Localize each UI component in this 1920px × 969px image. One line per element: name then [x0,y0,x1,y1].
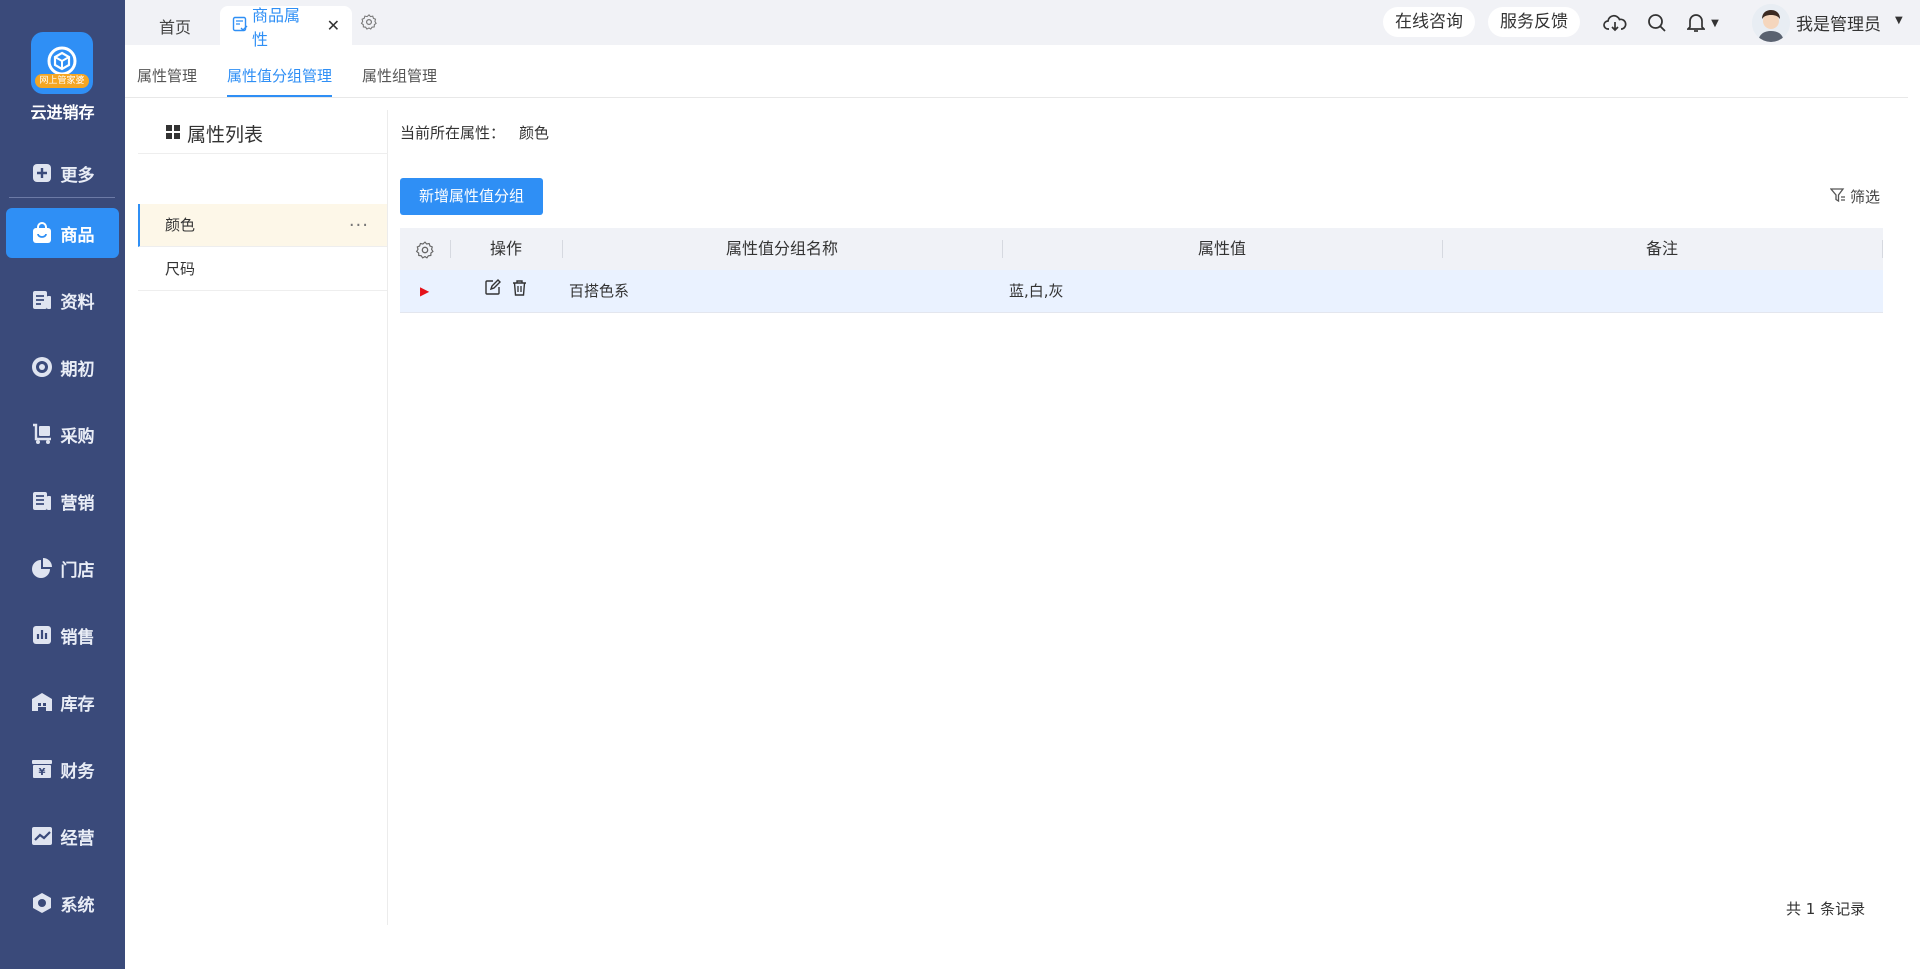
cell-attribute-values: 蓝,白,灰 [1009,282,1064,300]
column-settings-gear-icon[interactable] [400,228,450,270]
online-consult-button[interactable]: 在线咨询 [1383,7,1475,37]
nav-item-inventory[interactable]: 库存 [6,677,119,727]
edit-icon[interactable] [484,270,501,313]
tab-home[interactable]: 首页 [147,6,203,45]
nav-label: 系统 [60,895,95,916]
column-header-note[interactable]: 备注 [1442,228,1882,270]
table-header: 操作 属性值分组名称 属性值 备注 [400,228,1883,270]
nav-item-store[interactable]: 门店 [6,543,119,593]
add-value-group-button[interactable]: 新增属性值分组 [400,178,543,215]
tab-label: 商品属性 [252,5,301,49]
nav-label: 资料 [60,292,95,313]
filter-label: 筛选 [1850,188,1881,206]
nav-label: 采购 [60,426,95,447]
cloud-sync-icon[interactable] [1603,11,1627,35]
tab-label: 首页 [159,17,192,37]
current-attribute-label: 当前所在属性： [400,124,506,142]
notification-bell-icon[interactable]: ▼ [1683,11,1723,35]
pie-icon [31,557,53,579]
attribute-item-label: 尺码 [165,260,196,278]
service-feedback-button[interactable]: 服务反馈 [1488,7,1580,37]
attribute-item[interactable]: 颜色 ··· [138,204,387,247]
nav-item-goods[interactable]: 商品 [6,208,119,258]
nav-item-finance[interactable]: ¥ 财务 [6,744,119,794]
value-group-table: 操作 属性值分组名称 属性值 备注 ▶ 百搭色系 蓝,白,灰 [400,228,1883,313]
yen-icon: ¥ [31,758,53,780]
nav-label: 库存 [60,694,95,715]
expand-arrow-icon[interactable]: ▶ [420,270,429,313]
trend-icon [31,825,53,847]
current-attribute: 当前所在属性： 颜色 [400,122,549,143]
attribute-icon [232,16,248,36]
sidebar: 网上管家婆 云进销存 更多 商品 资料 期初 采购 营销 门店 销售 库存 ¥ … [0,0,125,969]
row-actions [484,270,528,313]
plus-icon [31,162,53,184]
nav-item-data[interactable]: 资料 [6,275,119,325]
logo-badge: 网上管家婆 [35,74,89,88]
subtab-attribute-management[interactable]: 属性管理 [137,65,197,95]
avatar[interactable] [1752,4,1790,42]
panel-title-text: 属性列表 [187,124,264,146]
subtab-value-group-management[interactable]: 属性值分组管理 [227,65,333,97]
attribute-list-panel: 属性列表 颜色 ··· 尺码 [138,110,388,925]
attribute-item[interactable]: 尺码 [138,248,387,291]
column-header-actions: 操作 [489,239,522,258]
newspaper-icon [31,490,53,512]
search-icon[interactable] [1645,11,1669,35]
nav-item-purchase[interactable]: 采购 [6,409,119,459]
nav-item-more[interactable]: 更多 [6,148,119,198]
more-icon[interactable]: ··· [349,204,369,247]
column-header-group-name[interactable]: 属性值分组名称 [562,228,1002,270]
nav-item-system[interactable]: 系统 [6,878,119,928]
target-icon [31,356,53,378]
nav-item-marketing[interactable]: 营销 [6,476,119,526]
nav-label: 销售 [60,627,95,648]
user-name[interactable]: 我是管理员 [1796,10,1881,35]
nav-label: 更多 [60,165,95,186]
svg-text:¥: ¥ [38,767,45,778]
table-row[interactable]: ▶ 百搭色系 蓝,白,灰 [400,270,1883,313]
nav-item-opening[interactable]: 期初 [6,342,119,392]
panel-title: 属性列表 [165,120,263,147]
subtab-attribute-group-management[interactable]: 属性组管理 [362,65,437,95]
attribute-item-label: 颜色 [165,216,196,234]
close-icon[interactable]: ✕ [327,16,340,35]
app-logo[interactable]: 网上管家婆 [31,32,93,94]
nav-item-operations[interactable]: 经营 [6,811,119,861]
current-attribute-value: 颜色 [519,124,550,142]
document-icon [31,289,53,311]
nav-label: 门店 [60,560,95,581]
sub-tabs: 属性管理 属性值分组管理 属性组管理 [125,45,1908,98]
hexagon-icon [31,892,53,914]
nav-label: 营销 [60,493,95,514]
filter-icon [1829,187,1846,207]
nav-label: 经营 [60,828,95,849]
record-count: 共 1 条记录 [1786,900,1866,918]
chart-icon [31,624,53,646]
filter-button[interactable]: 筛选 [1829,186,1881,207]
caret-down-icon: ▼ [1711,17,1719,29]
brand-name: 云进销存 [30,103,95,122]
nav-item-sales[interactable]: 销售 [6,610,119,660]
nav-divider [9,197,115,198]
nav-label: 期初 [60,359,95,380]
divider [138,153,388,154]
tab-settings-gear-icon[interactable] [357,10,381,34]
nav-label: 财务 [60,761,95,782]
tab-goods-attributes[interactable]: 商品属性 ✕ [220,6,352,49]
delete-icon[interactable] [511,270,528,313]
user-caret-down-icon[interactable]: ▼ [1895,15,1903,26]
nav-label: 商品 [60,225,95,246]
bag-icon [31,222,53,244]
warehouse-icon [31,691,53,713]
top-bar: 首页 商品属性 ✕ 在线咨询 服务反馈 ▼ 我是管理员 ▼ [125,0,1920,49]
cell-group-name: 百搭色系 [569,282,630,300]
column-header-values[interactable]: 属性值 [1002,228,1442,270]
grid-icon [165,123,181,145]
cart-icon [31,423,53,445]
column-separator[interactable] [1882,240,1883,258]
